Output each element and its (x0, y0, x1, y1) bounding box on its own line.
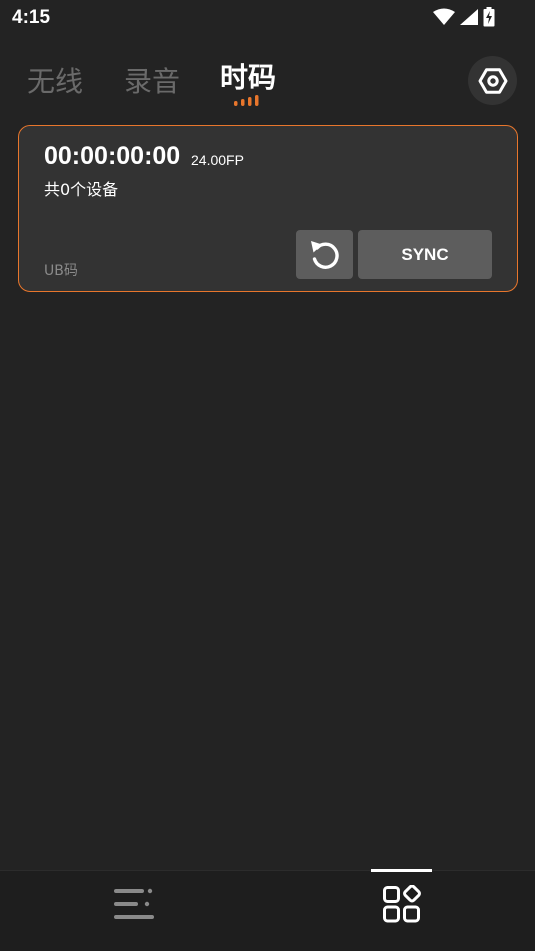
settings-button[interactable] (468, 56, 517, 105)
status-time: 4:15 (12, 7, 51, 28)
reset-button[interactable] (296, 230, 353, 279)
timecode-device-card: 00:00:00:00 24.00FP 共0个设备 UB码 SYNC (18, 125, 518, 292)
tab-timecode[interactable]: 时码 (220, 56, 276, 96)
code-type-label: UB码 (44, 263, 78, 279)
list-menu-icon[interactable] (112, 887, 156, 923)
apps-grid-icon[interactable] (382, 885, 422, 925)
active-tab-indicator-icon (234, 95, 259, 106)
fps-value: 24.00FP (191, 152, 244, 168)
timecode-value: 00:00:00:00 (44, 142, 181, 170)
wifi-icon (433, 8, 455, 25)
app-screen: 4:15 无线 录音 时码 00:00:00:00 24.00FP 共0个设备 … (0, 0, 535, 951)
bottom-navigation (0, 869, 535, 951)
cellular-signal-icon (460, 9, 478, 25)
tab-wireless[interactable]: 无线 (27, 60, 83, 100)
status-bar: 4:15 (0, 0, 535, 36)
device-count: 共0个设备 (44, 180, 119, 199)
hexagon-settings-icon (478, 67, 507, 94)
battery-charging-icon (483, 7, 495, 27)
reset-arrow-icon (310, 240, 339, 269)
active-nav-indicator (371, 869, 432, 872)
tab-bar: 无线 录音 时码 (0, 54, 535, 110)
tab-recording[interactable]: 录音 (124, 60, 180, 100)
sync-button[interactable]: SYNC (358, 230, 492, 279)
status-icons (433, 6, 495, 28)
